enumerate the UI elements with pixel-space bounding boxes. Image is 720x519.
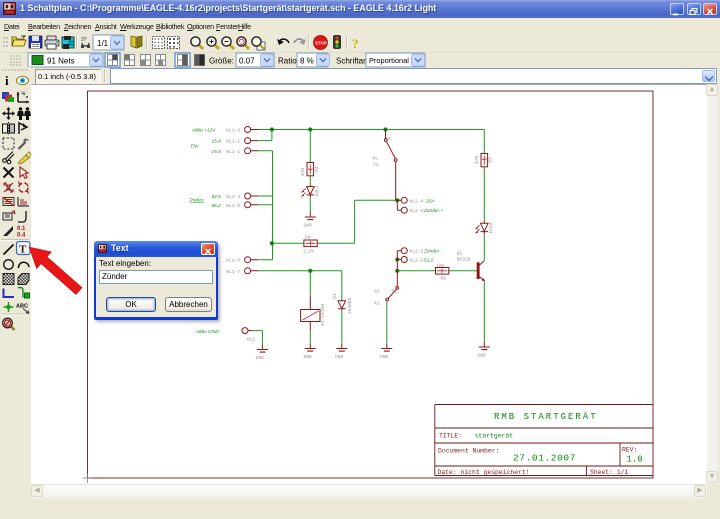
svg-text:D4: D4 — [305, 235, 311, 241]
svg-text:ABC: ABC — [16, 304, 28, 310]
svg-text:1N4004: 1N4004 — [347, 297, 353, 314]
svg-text:GND: GND — [304, 223, 313, 229]
svg-text:startgerät: startgerät — [475, 433, 514, 440]
svg-text:Proportional: Proportional — [369, 56, 409, 65]
svg-text:R2: R2 — [441, 276, 447, 282]
svg-text:LDL1: LDL1 — [314, 185, 320, 196]
svg-text:S: S — [388, 136, 391, 142]
svg-text:D1: D1 — [332, 293, 338, 299]
svg-text:Akku GND: Akku GND — [195, 329, 219, 335]
svg-text:GND: GND — [335, 354, 344, 360]
svg-text:T: T — [19, 244, 27, 256]
svg-text:Zünder -: Zünder - — [423, 249, 443, 255]
svg-text:82.5: 82.5 — [212, 194, 222, 200]
svg-text:K1 LS120: K1 LS120 — [320, 304, 326, 326]
svg-text:15.5: 15.5 — [212, 149, 222, 155]
svg-text:50: 50 — [21, 90, 26, 95]
svg-text:GND: GND — [380, 354, 389, 360]
svg-text:KL1: KL1 — [247, 337, 256, 343]
svg-text:Akku +12V: Akku +12V — [191, 128, 216, 134]
svg-text:8 %: 8 % — [300, 57, 314, 66]
svg-text:91 Nets: 91 Nets — [47, 57, 75, 66]
svg-text:EIN: EIN — [191, 144, 200, 150]
svg-text:GND: GND — [256, 355, 265, 361]
svg-text:LED3: LED3 — [488, 222, 494, 233]
svg-text:Zünder +: Zünder + — [423, 208, 444, 214]
svg-text:i: i — [5, 73, 9, 88]
svg-text:Schriftart:: Schriftart: — [336, 57, 370, 66]
svg-text:KL1-7: KL1-7 — [226, 269, 240, 275]
svg-text:?: ? — [352, 36, 359, 51]
svg-text:02: 02 — [374, 289, 380, 295]
svg-text:20A: 20A — [425, 198, 435, 204]
svg-text:REV:: REV: — [622, 447, 637, 454]
svg-text:Date: nicht gespeichert!: Date: nicht gespeichert! — [438, 469, 530, 476]
svg-text:Größe:: Größe: — [209, 57, 234, 66]
svg-text:KL: KL — [373, 156, 379, 162]
svg-text:R3: R3 — [488, 157, 494, 163]
svg-text:KL1-4: KL1-4 — [226, 194, 240, 200]
svg-text:KL2-2: KL2-2 — [410, 249, 424, 255]
svg-text:R4: R4 — [314, 166, 320, 172]
svg-text:27.01.2007: 27.01.2007 — [513, 453, 576, 464]
svg-text:RMB STARTGERÄT: RMB STARTGERÄT — [494, 412, 598, 422]
svg-text:GND: GND — [478, 353, 487, 359]
svg-text:KL1-2: KL1-2 — [226, 139, 240, 145]
svg-text:470: 470 — [300, 168, 306, 177]
svg-text:1.0: 1.0 — [627, 455, 643, 465]
svg-text:2,2k: 2,2k — [303, 249, 314, 255]
svg-text:GND: GND — [304, 354, 313, 360]
svg-text:Prüfen: Prüfen — [190, 198, 204, 204]
svg-text:1/1: 1/1 — [97, 39, 109, 48]
svg-text:KL1-3: KL1-3 — [226, 128, 240, 134]
svg-text:51.2: 51.2 — [424, 258, 434, 264]
svg-text:KL2-4: KL2-4 — [410, 198, 424, 204]
svg-text:0.1: 0.1 — [17, 226, 26, 232]
svg-text:Q1: Q1 — [457, 251, 463, 257]
svg-text:Sheet: 1/1: Sheet: 1/1 — [590, 469, 629, 476]
svg-text:0.4: 0.4 — [17, 233, 26, 239]
svg-text:15.4: 15.4 — [212, 139, 222, 145]
svg-text:01: 01 — [392, 289, 398, 295]
svg-text:Ratio:: Ratio: — [278, 57, 299, 66]
svg-text:3?: 3? — [81, 37, 87, 43]
svg-text:0.07: 0.07 — [239, 57, 255, 66]
svg-text:86.2: 86.2 — [212, 203, 222, 209]
svg-text:KL2-1: KL2-1 — [410, 258, 424, 264]
svg-text:470: 470 — [474, 156, 480, 165]
svg-text:S1: S1 — [373, 162, 379, 168]
svg-text:Document Number:: Document Number: — [438, 448, 499, 455]
svg-text:KL1-5: KL1-5 — [226, 203, 240, 209]
svg-text:TITLE:: TITLE: — [439, 433, 462, 440]
svg-text:STOP: STOP — [315, 41, 327, 46]
svg-text:KL1-6: KL1-6 — [226, 258, 240, 264]
svg-text:KL1-1: KL1-1 — [226, 149, 240, 155]
svg-text:K1: K1 — [374, 301, 380, 307]
svg-text:10k: 10k — [436, 263, 445, 269]
svg-text:BC328: BC328 — [457, 256, 471, 262]
svg-text:KL2-3: KL2-3 — [410, 208, 424, 214]
